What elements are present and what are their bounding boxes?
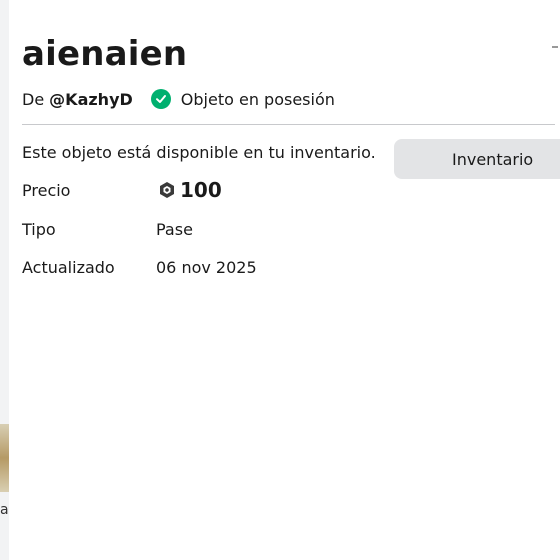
type-value: Pase [156, 220, 193, 239]
owned-status: Objeto en posesión [150, 89, 335, 109]
availability-text: Este objeto está disponible en tu invent… [22, 143, 376, 162]
updated-label: Actualizado [22, 258, 115, 277]
creator-link[interactable]: @KazhyD [49, 90, 133, 109]
robux-icon [160, 182, 174, 198]
owned-status-label: Objeto en posesión [180, 89, 335, 109]
thumbnail-edge[interactable] [0, 424, 9, 492]
thumbnail-caption-fragment: a [0, 502, 9, 518]
byline: De @KazhyD Objeto en posesión [22, 89, 335, 109]
check-circle-icon [150, 89, 171, 109]
inventory-button-label: Inventario [452, 150, 534, 169]
type-label: Tipo [22, 220, 56, 239]
inventory-button[interactable]: Inventario [394, 139, 560, 179]
price-amount: 100 [180, 178, 222, 202]
price-value: 100 [158, 178, 222, 202]
more-options-icon[interactable] [552, 46, 558, 54]
item-title: aienaien [22, 34, 188, 74]
by-prefix: De [22, 89, 45, 109]
price-label: Precio [22, 181, 71, 200]
divider [22, 124, 555, 125]
updated-value: 06 nov 2025 [156, 258, 257, 277]
